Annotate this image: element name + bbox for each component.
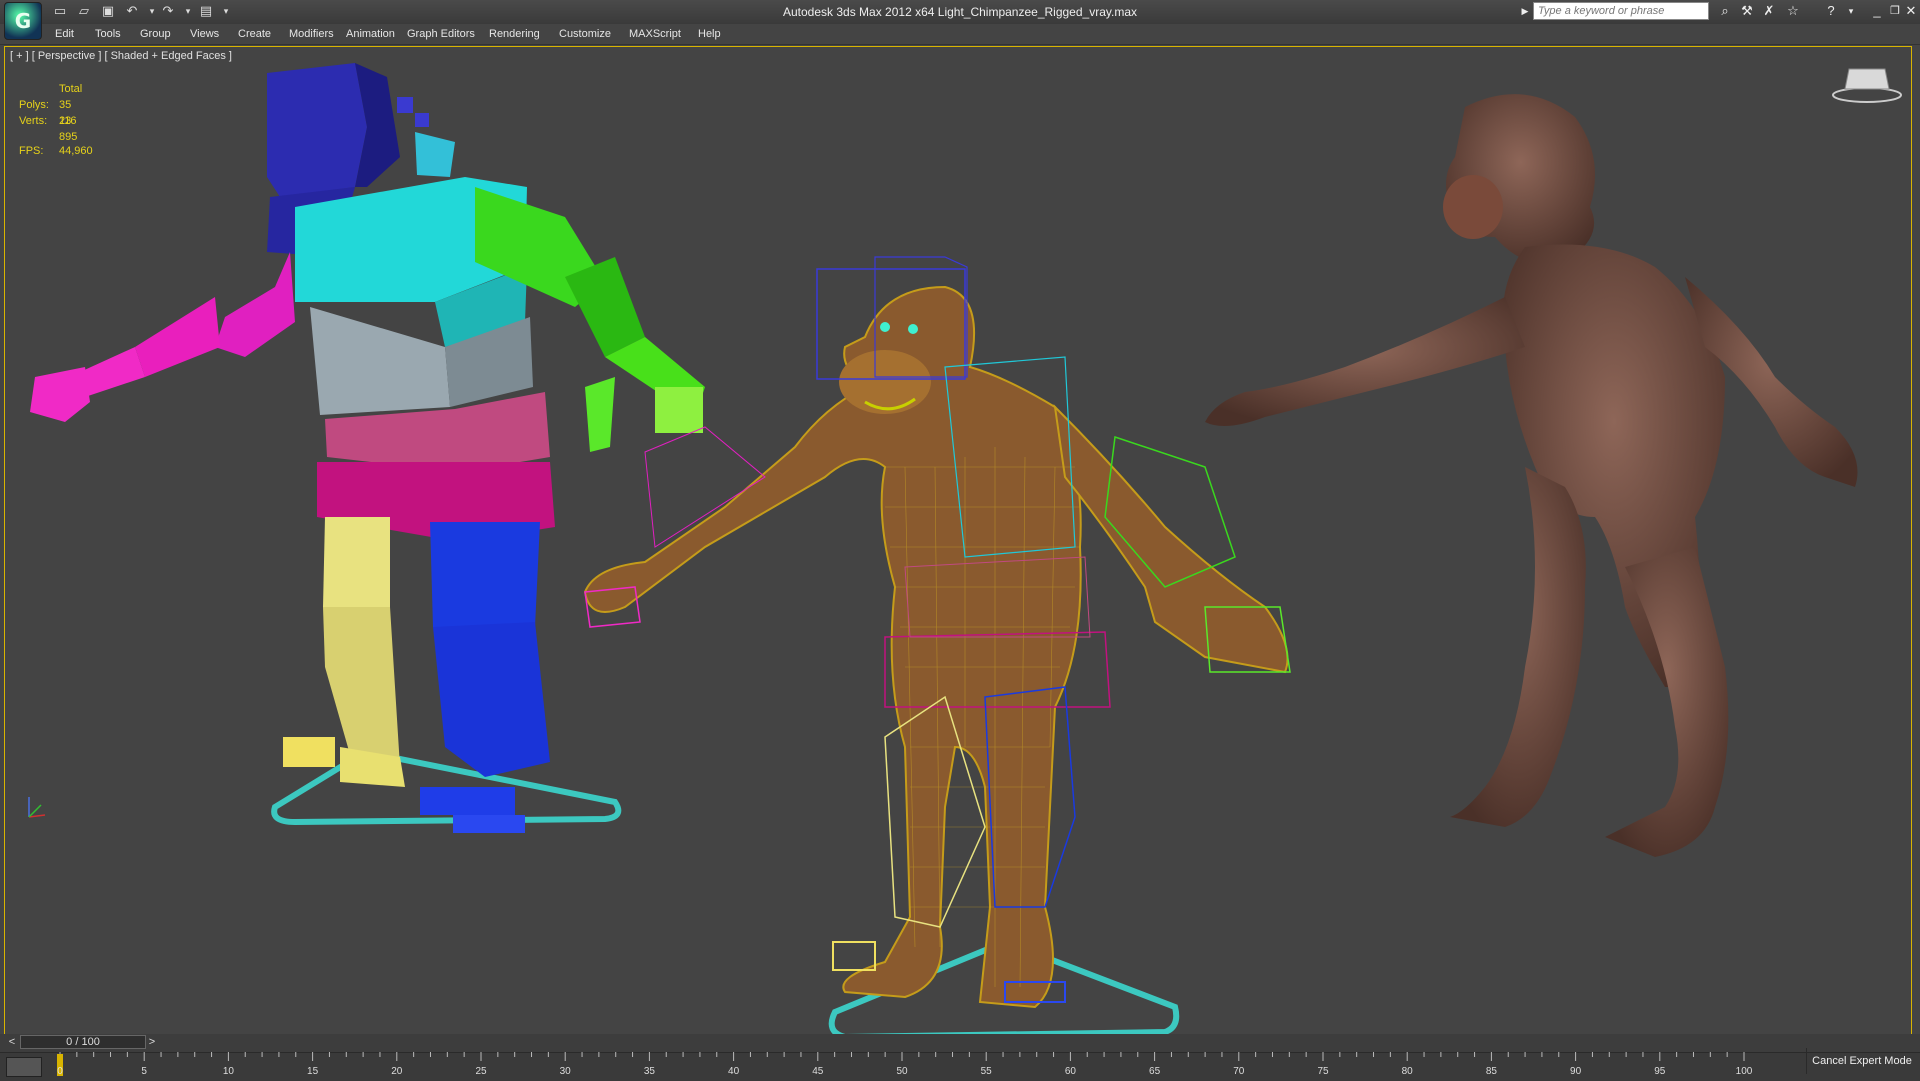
tick-label: 55 bbox=[980, 1066, 992, 1077]
menu-edit[interactable]: Edit bbox=[55, 28, 74, 40]
polys-label: Polys: bbox=[19, 99, 49, 111]
tick-label: 90 bbox=[1570, 1066, 1582, 1077]
rig-spine bbox=[310, 307, 450, 415]
title-bar: G ▭ ▱ ▣ ↶ ▾ ↷ ▾ ▤ ▾ Autodesk 3ds Max 201… bbox=[0, 0, 1920, 40]
tick-label: 95 bbox=[1654, 1066, 1666, 1077]
help-icon[interactable]: ? bbox=[1822, 3, 1840, 19]
time-slider-prev-button[interactable]: < bbox=[6, 1035, 18, 1049]
menu-rendering[interactable]: Rendering bbox=[489, 28, 540, 40]
viewport-label[interactable]: [ + ] [ Perspective ] [ Shaded + Edged F… bbox=[10, 50, 232, 62]
rig-head bbox=[267, 63, 367, 197]
communication-icon[interactable]: ✗ bbox=[1760, 3, 1778, 19]
bone-rig[interactable] bbox=[30, 63, 705, 833]
tick-label: 35 bbox=[643, 1066, 655, 1077]
help-dropdown-icon[interactable]: ▾ bbox=[1842, 3, 1860, 19]
axis-tripod-icon bbox=[28, 797, 46, 818]
tick-label: 60 bbox=[1064, 1066, 1076, 1077]
new-file-icon[interactable]: ▭ bbox=[52, 3, 68, 19]
perspective-viewport[interactable]: [ + ] [ Perspective ] [ Shaded + Edged F… bbox=[4, 46, 1912, 1056]
infocenter-expand-icon[interactable]: ▶ bbox=[1516, 3, 1534, 19]
tick-label: 5 bbox=[141, 1066, 147, 1077]
tick-label: 20 bbox=[391, 1066, 403, 1077]
tick-label: 75 bbox=[1317, 1066, 1329, 1077]
tick-label: 0 bbox=[57, 1066, 63, 1077]
shaded-chimp[interactable] bbox=[1205, 94, 1858, 857]
tick-label: 65 bbox=[1149, 1066, 1161, 1077]
time-slider-next-button[interactable]: > bbox=[146, 1035, 158, 1049]
menu-group[interactable]: Group bbox=[140, 28, 171, 40]
binoculars-icon[interactable]: ⌕ bbox=[1716, 3, 1734, 19]
tick-label: 40 bbox=[728, 1066, 740, 1077]
verts-label: Verts: bbox=[19, 115, 48, 127]
fps-label: FPS: bbox=[19, 145, 44, 157]
menu-bar: Edit Tools Group Views Create Modifiers … bbox=[0, 24, 1920, 45]
menu-help[interactable]: Help bbox=[698, 28, 721, 40]
favorites-star-icon[interactable]: ☆ bbox=[1784, 3, 1802, 19]
tick-label: 70 bbox=[1233, 1066, 1245, 1077]
tick-label: 80 bbox=[1401, 1066, 1413, 1077]
menu-views[interactable]: Views bbox=[190, 28, 219, 40]
redo-icon[interactable]: ↷ bbox=[160, 3, 176, 19]
menu-animation[interactable]: Animation bbox=[346, 28, 395, 40]
open-file-icon[interactable]: ▱ bbox=[76, 3, 92, 19]
menu-graph-editors[interactable]: Graph Editors bbox=[407, 28, 475, 40]
mini-curve-editor-icon[interactable] bbox=[6, 1057, 42, 1077]
wireframe-chimp[interactable] bbox=[583, 256, 1291, 1041]
app-logo-icon[interactable]: G bbox=[4, 2, 42, 40]
tick-label: 30 bbox=[559, 1066, 571, 1077]
verts-value: 23 895 bbox=[59, 115, 78, 143]
time-slider-bar bbox=[0, 1034, 1920, 1052]
tick-label: 45 bbox=[812, 1066, 824, 1077]
time-slider[interactable]: 0 / 100 bbox=[20, 1035, 146, 1049]
redo-dropdown-icon[interactable]: ▾ bbox=[180, 3, 196, 19]
scene-canvas[interactable] bbox=[5, 47, 1911, 1055]
save-file-icon[interactable]: ▣ bbox=[100, 3, 116, 19]
tick-label: 10 bbox=[222, 1066, 234, 1077]
tick-label: 50 bbox=[896, 1066, 908, 1077]
undo-icon[interactable]: ↶ bbox=[124, 3, 140, 19]
tick-label: 25 bbox=[475, 1066, 487, 1077]
viewcube-icon[interactable] bbox=[1832, 68, 1902, 103]
close-icon[interactable]: ✕ bbox=[1902, 3, 1920, 19]
rig-leg-left bbox=[323, 517, 390, 607]
subscription-icon[interactable]: ⚒ bbox=[1738, 3, 1756, 19]
rig-arm-left bbox=[215, 252, 295, 357]
project-folder-icon[interactable]: ▤ bbox=[198, 3, 214, 19]
tick-label: 15 bbox=[307, 1066, 319, 1077]
menu-customize[interactable]: Customize bbox=[559, 28, 611, 40]
fps-value: 44,960 bbox=[59, 145, 93, 157]
undo-dropdown-icon[interactable]: ▾ bbox=[144, 3, 160, 19]
tick-label: 100 bbox=[1735, 1066, 1753, 1077]
cancel-expert-mode-button[interactable]: Cancel Expert Mode bbox=[1806, 1048, 1917, 1074]
menu-tools[interactable]: Tools bbox=[95, 28, 121, 40]
menu-maxscript[interactable]: MAXScript bbox=[629, 28, 681, 40]
search-input[interactable]: Type a keyword or phrase bbox=[1533, 2, 1709, 20]
menu-modifiers[interactable]: Modifiers bbox=[289, 28, 334, 40]
menu-create[interactable]: Create bbox=[238, 28, 271, 40]
quick-access-dropdown-icon[interactable]: ▾ bbox=[218, 3, 234, 19]
stats-header: Total bbox=[59, 83, 83, 95]
tick-label: 85 bbox=[1485, 1066, 1497, 1077]
rig-leg-right bbox=[430, 522, 540, 627]
minimize-icon[interactable]: _ bbox=[1868, 3, 1886, 19]
